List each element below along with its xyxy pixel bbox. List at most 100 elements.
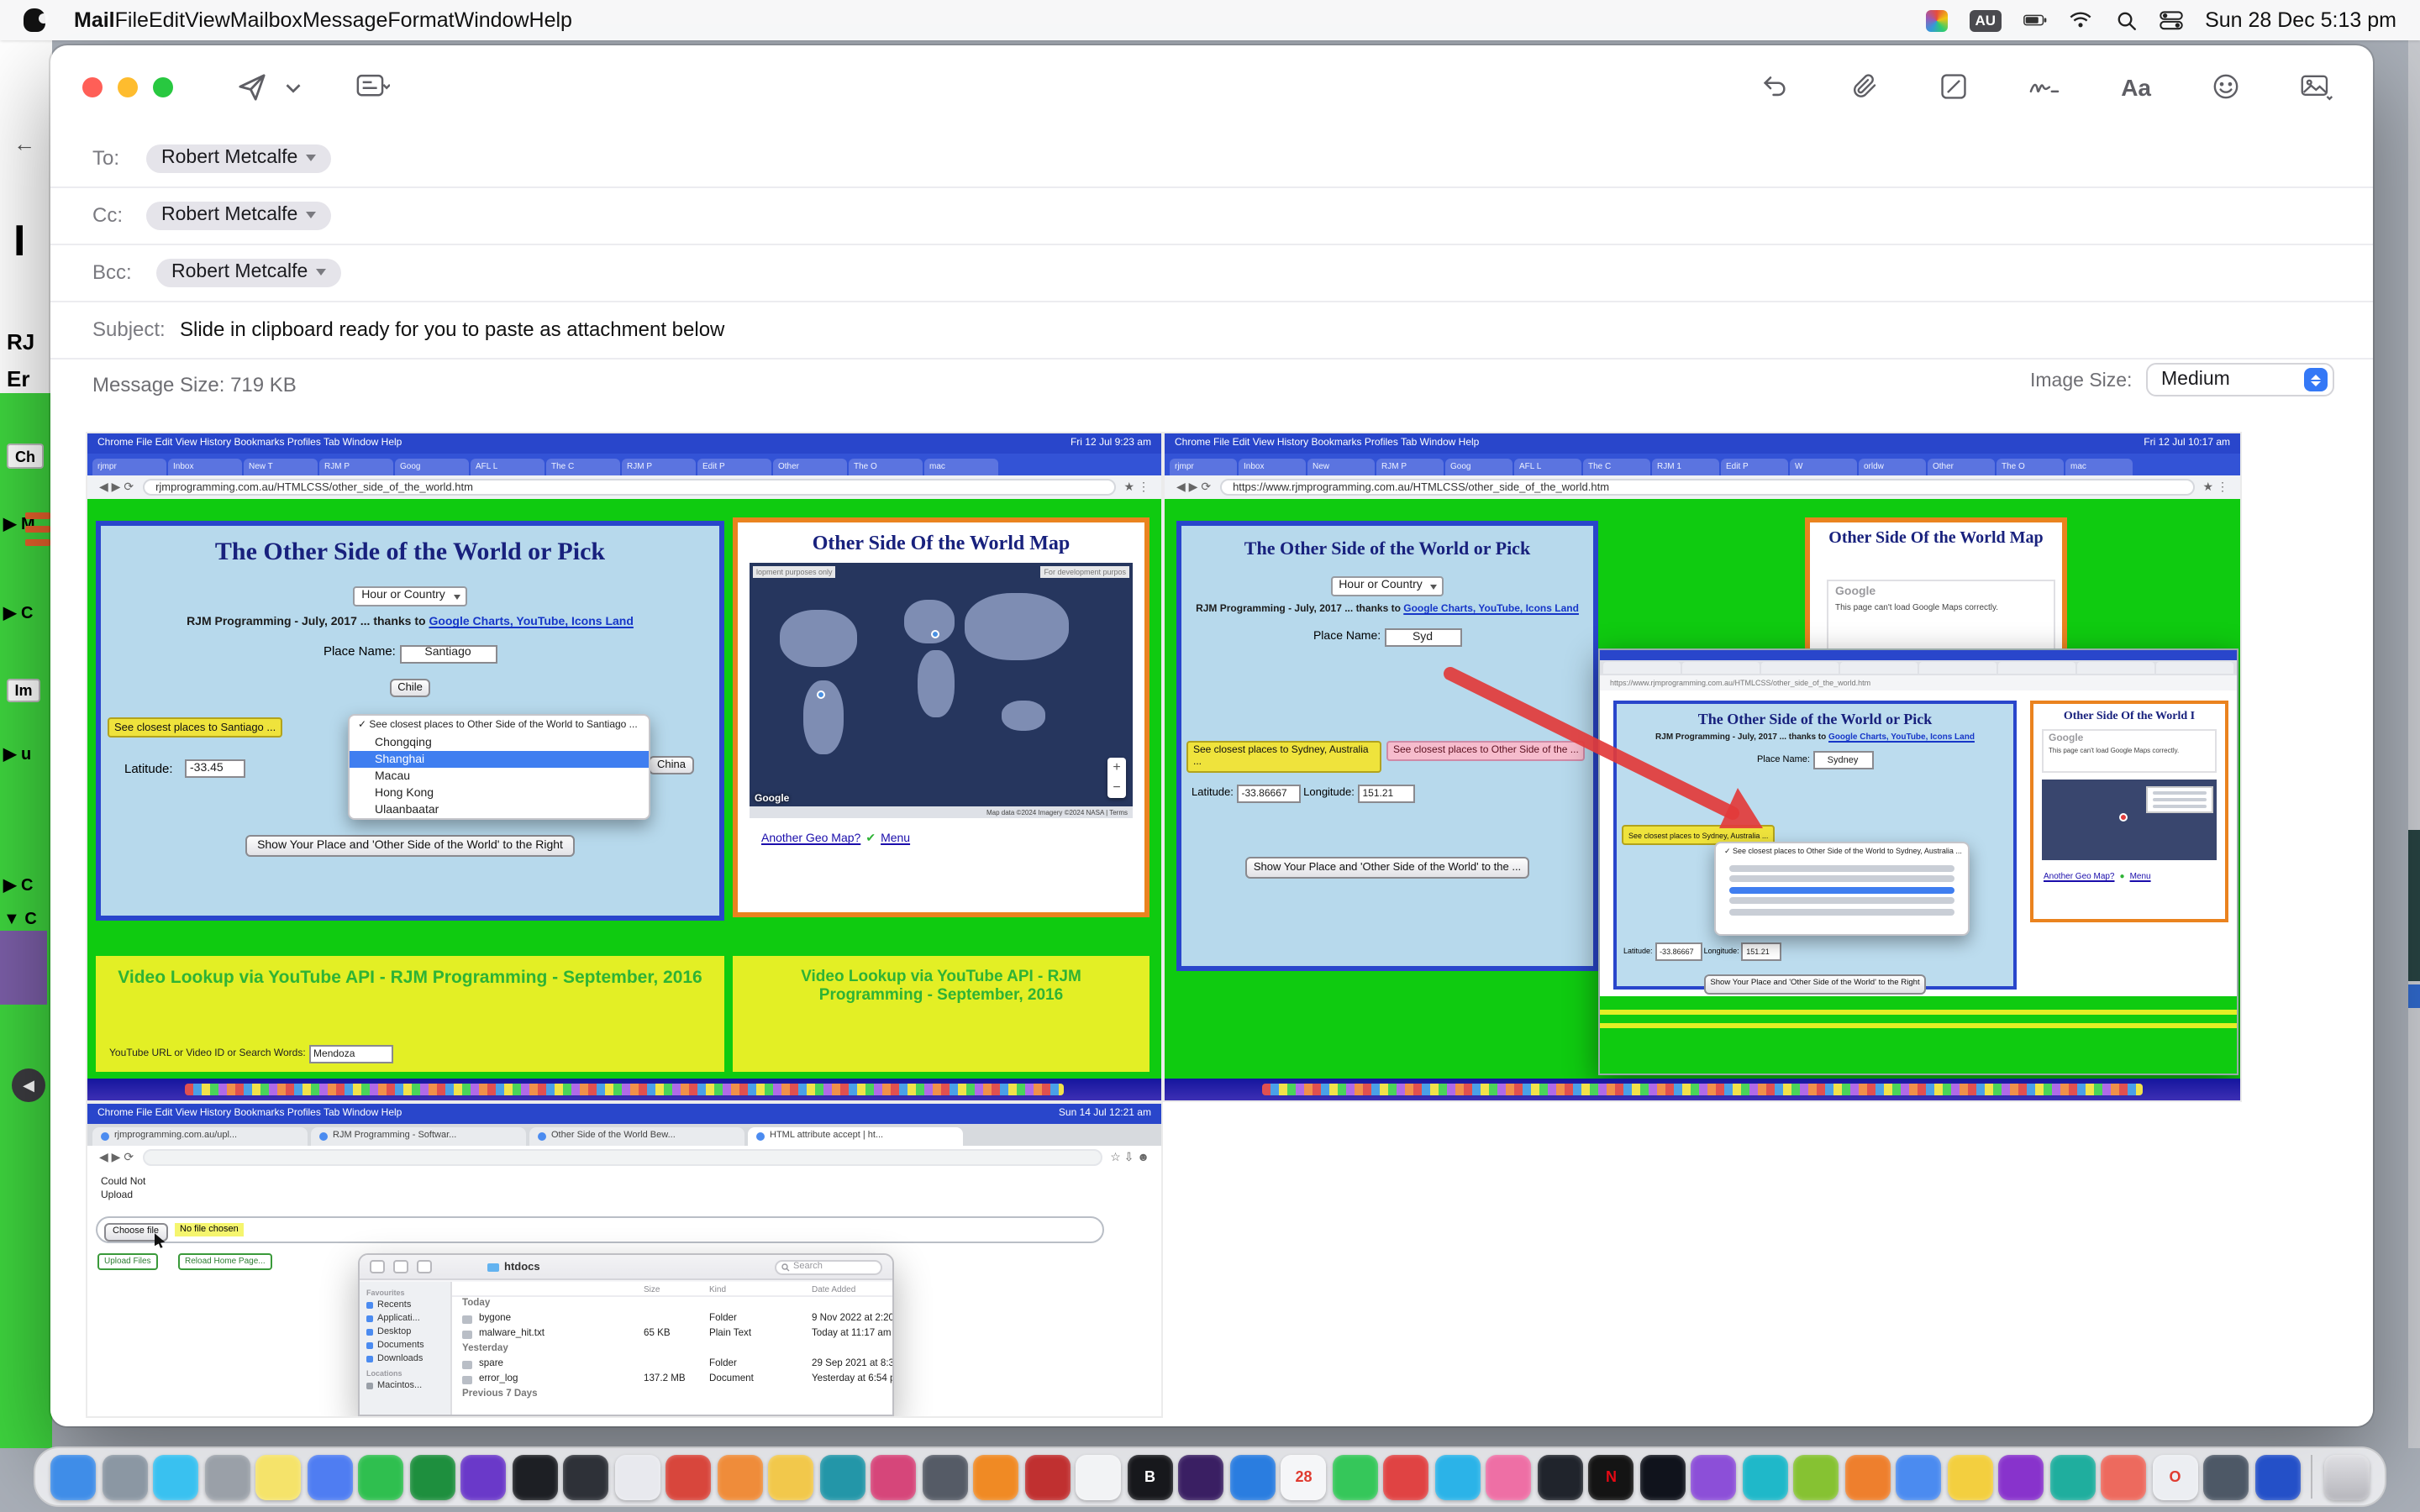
background-window-right [2408,40,2420,1448]
dock-icon[interactable] [308,1454,353,1499]
dock-icon[interactable] [1999,1454,2044,1499]
header-fields-button[interactable] [356,72,390,102]
pasted-screenshot-2[interactable]: Chrome File Edit View History Bookmarks … [1165,433,2240,1100]
collapse-arrow-button[interactable]: ◀ [12,1068,45,1102]
dock-icon[interactable] [2255,1454,2301,1499]
dock-icon[interactable] [1076,1454,1122,1499]
dock-icon[interactable] [769,1454,814,1499]
to-recipient-token[interactable]: Robert Metcalfe [146,144,331,172]
dock-icon[interactable] [564,1454,609,1499]
subject-input[interactable]: Slide in clipboard ready for you to past… [180,318,724,341]
attach-paperclip-icon[interactable] [1850,72,1879,101]
menu-bar-item[interactable]: Mailbox [230,8,302,32]
wifi-icon[interactable] [2069,8,2092,32]
dock-icon[interactable] [1435,1454,1481,1499]
dock-icon[interactable] [1897,1454,1942,1499]
dock-icon[interactable] [820,1454,865,1499]
dock-icon[interactable] [205,1454,250,1499]
dock-icon[interactable] [1845,1454,1891,1499]
dock-icon[interactable] [1486,1454,1532,1499]
bcc-recipient-token[interactable]: Robert Metcalfe [156,258,341,286]
dock-icon[interactable] [461,1454,507,1499]
menu-bar-item[interactable]: Help [529,8,572,32]
dock-icon[interactable] [871,1454,917,1499]
menu-bar-item[interactable]: View [185,8,230,32]
trash-icon[interactable] [2324,1454,2370,1499]
sidebar-item-icon [366,1356,373,1362]
sidebar-item: Applicati... [366,1312,444,1326]
dock-icon[interactable] [1691,1454,1737,1499]
dock-icon[interactable] [974,1454,1019,1499]
dock-icon[interactable] [718,1454,763,1499]
pasted-screenshot-3[interactable]: Chrome File Edit View History Bookmarks … [87,1104,1161,1416]
control-center-icon[interactable] [2160,8,2183,32]
format-text-icon[interactable]: Aa [2121,73,2151,100]
longitude-label: Longitude: [1704,947,1739,955]
menu-bar-item[interactable]: Window [455,8,529,32]
dock-icon[interactable] [1179,1454,1224,1499]
chrome-tab-strip: rjmprogramming.com.au/upl...RJM Programm… [87,1124,1161,1146]
sidebar-item-label: Macintos... [377,1381,422,1391]
menu-bar-item[interactable]: Message [302,8,387,32]
dock-icon[interactable] [359,1454,404,1499]
screenshot-chrome-menubar: Chrome File Edit View History Bookmarks … [87,1104,1161,1124]
third-party-menu-icon[interactable] [1926,9,1948,31]
dock-icon[interactable] [1025,1454,1071,1499]
dock-icon[interactable] [256,1454,302,1499]
browser-icons: ★ ⋮ [2203,480,2228,494]
credit-links: Google Charts, YouTube, Icons Land [1403,605,1579,615]
pasted-screenshot-1[interactable]: Chrome File Edit View History Bookmarks … [87,433,1161,1100]
close-button[interactable] [82,77,103,97]
world-picker-panel: The Other Side of the World or Pick Hour… [1176,521,1598,971]
dock-icon[interactable]: B [1128,1454,1173,1499]
dock-icon[interactable] [410,1454,455,1499]
dock-icon[interactable] [1333,1454,1378,1499]
battery-icon[interactable] [2023,8,2047,32]
dock-icon[interactable] [666,1454,712,1499]
dock-icon[interactable] [615,1454,660,1499]
menu-bar-item[interactable]: Edit [149,8,185,32]
dock-icon[interactable]: O [2153,1454,2198,1499]
image-size-dropdown[interactable]: Medium [2146,363,2334,396]
minimize-button[interactable] [118,77,138,97]
send-options-chevron-icon[interactable] [286,82,301,94]
dock-icon[interactable] [154,1454,199,1499]
dock-icon[interactable] [1794,1454,1839,1499]
send-button[interactable] [235,71,269,104]
menu-bar-item[interactable]: Mail [74,8,115,32]
dock-icon[interactable] [2050,1454,2096,1499]
dock-icon[interactable] [1384,1454,1429,1499]
dock-icon[interactable]: 28 [1281,1454,1327,1499]
dock-icon-glyph: B [1144,1468,1155,1485]
dock-icon[interactable]: N [1589,1454,1634,1499]
menu-bar-item[interactable]: File [115,8,149,32]
signature-icon[interactable] [2028,74,2060,99]
dock-icon[interactable] [1640,1454,1686,1499]
file-name: bygone [479,1314,511,1324]
dock-icon[interactable] [103,1454,148,1499]
undo-icon[interactable] [1760,72,1790,101]
menu-bar-clock[interactable]: Sun 28 Dec 5:13 pm [2205,8,2396,32]
dock-icon[interactable] [1230,1454,1276,1499]
photo-browser-icon[interactable] [2301,73,2333,100]
menu-bar-item[interactable]: Format [387,8,454,32]
zoom-button[interactable] [153,77,173,97]
dock-icon[interactable] [51,1454,97,1499]
markup-icon[interactable] [1939,72,1968,101]
maps-error-text: This page can't load Google Maps correct… [1835,603,2047,613]
dock-icon[interactable] [923,1454,968,1499]
dock-icon[interactable] [2204,1454,2249,1499]
dock-icon[interactable] [2102,1454,2147,1499]
input-source-badge[interactable]: AU [1970,9,2002,31]
message-body[interactable]: Chrome File Edit View History Bookmarks … [50,405,2373,1426]
dock-icon[interactable] [513,1454,558,1499]
chrome-tab: mac [2065,459,2133,475]
dock-icon[interactable] [1948,1454,1993,1499]
dev-watermark: For development purpos [1040,566,1129,578]
dock-icon[interactable] [1538,1454,1583,1499]
cc-recipient-token[interactable]: Robert Metcalfe [146,201,331,229]
spotlight-search-icon[interactable] [2114,8,2138,32]
dock-icon[interactable] [1743,1454,1788,1499]
apple-menu-icon[interactable] [24,8,45,32]
emoji-icon[interactable] [2212,72,2240,101]
